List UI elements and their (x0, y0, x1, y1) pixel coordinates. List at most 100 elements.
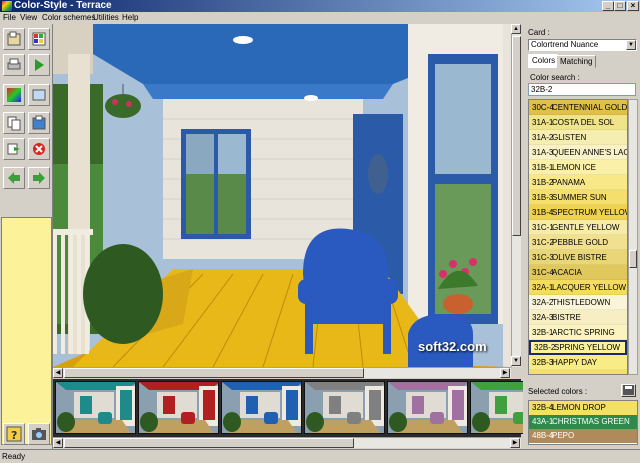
menu-file[interactable]: File (3, 12, 16, 24)
preview-vertical-scrollbar[interactable]: ▲ ▼ (511, 24, 521, 367)
scroll-left-icon[interactable]: ◀ (53, 368, 63, 378)
copy-icon[interactable] (3, 112, 25, 134)
scroll-up-icon[interactable]: ▲ (511, 24, 521, 34)
color-scheme-thumbnail[interactable] (55, 381, 136, 434)
color-name: THISTLEDOWN (552, 298, 611, 307)
camera-icon[interactable] (28, 423, 50, 445)
color-code: 31B-4 (532, 208, 554, 217)
color-list-item[interactable]: 31C-4ACACIA (529, 265, 627, 280)
color-scheme-thumbnail[interactable] (221, 381, 302, 434)
color-list-item[interactable]: 31C-2PEBBLE GOLD (529, 235, 627, 250)
help-icon[interactable]: ? (3, 423, 25, 445)
color-list-item[interactable]: 32B-1ARCTIC SPRING (529, 325, 627, 340)
open-icon[interactable] (3, 28, 25, 50)
menu-utilities[interactable]: Utilities (93, 12, 119, 24)
left-toolbar: ? (0, 24, 53, 449)
color-name: LEMON ICE (552, 163, 597, 172)
color-code: 48B-4 (532, 431, 554, 440)
menu-color-schemes[interactable]: Color schemes (42, 12, 95, 24)
tab-matching[interactable]: Matching (556, 55, 597, 68)
close-button[interactable]: × (627, 1, 639, 11)
paste-icon[interactable] (28, 112, 50, 134)
thumb-scroll-right-icon[interactable]: ▶ (510, 438, 520, 448)
color-scheme-thumbnail[interactable] (138, 381, 219, 434)
color-name: PANAMA (552, 178, 586, 187)
color-name: PEBBLE GOLD (552, 238, 609, 247)
preview-hscroll-thumb[interactable] (64, 368, 364, 378)
back-icon[interactable] (3, 167, 25, 189)
menu-help[interactable]: Help (122, 12, 138, 24)
color-list[interactable]: 30C-4CENTENNIAL GOLD 31A-1COSTA DEL SOL 31… (528, 99, 628, 375)
color-name: BISTRE (552, 313, 581, 322)
color-list-scrollbar[interactable] (628, 99, 638, 375)
selected-color-item[interactable]: 43A-1CHRISTMAS GREEN (529, 415, 637, 429)
scroll-down-icon[interactable]: ▼ (511, 356, 521, 366)
color-code: 32B-4 (532, 370, 553, 374)
thumb-scroll-left-icon[interactable]: ◀ (53, 438, 63, 448)
color-list-item[interactable]: 31A-2GLISTEN (529, 130, 627, 145)
color-list-item[interactable]: 31B-4SPECTRUM YELLOW (529, 205, 627, 220)
preview-vscroll-thumb[interactable] (512, 36, 521, 236)
color-list-item[interactable]: 31B-1LEMON ICE (529, 160, 627, 175)
selected-colors-list[interactable]: 32B-4LEMON DROP 43A-1CHRISTMAS GREEN 48B-4… (528, 400, 638, 445)
tab-colors[interactable]: Colors (528, 54, 560, 68)
color-list-item[interactable]: 32B-3HAPPY DAY (529, 355, 627, 370)
color-code: 30C-4 (532, 103, 554, 112)
color-search-input[interactable]: 32B-2 (528, 83, 636, 96)
terrace-preview-image[interactable] (53, 24, 511, 367)
color-list-item[interactable]: 31A-3QUEEN ANNE'S LACE (529, 145, 627, 160)
color-name: LACQUER YELLOW (552, 283, 627, 292)
color-name: SUMMER SUN (552, 193, 607, 202)
color-name: COSTA DEL SOL (552, 118, 615, 127)
color-panel: Card : Colortrend Nuance ▼ Colors Matchi… (523, 24, 640, 449)
color-name: PEPO (552, 431, 575, 440)
layers-icon[interactable] (28, 84, 50, 106)
color-name: LEMON DROP (552, 373, 606, 374)
color-code: 31C-1 (532, 223, 554, 232)
color-list-item[interactable]: 31B-2PANAMA (529, 175, 627, 190)
minimize-button[interactable]: _ (602, 1, 614, 11)
color-code: 32B-2 (534, 343, 556, 352)
forward-icon[interactable] (28, 167, 50, 189)
color-scheme-thumbnail[interactable] (387, 381, 468, 434)
status-text: Ready (2, 452, 26, 461)
thumbnail-scrollbar[interactable]: ◀ ▶ (53, 437, 521, 448)
color-list-item[interactable]: 32B-2SPRING YELLOW (529, 340, 627, 355)
export-icon[interactable] (3, 138, 25, 160)
watermark-text: soft32.com (418, 339, 487, 354)
color-code: 31A-1 (532, 118, 554, 127)
color-list-item[interactable]: 31C-3OLIVE BISTRE (529, 250, 627, 265)
preview-horizontal-scrollbar[interactable]: ◀ ▶ (53, 367, 511, 378)
color-list-item[interactable]: 30C-4CENTENNIAL GOLD (529, 100, 627, 115)
play-icon[interactable] (28, 54, 50, 76)
card-select[interactable]: Colortrend Nuance ▼ (528, 39, 637, 51)
current-color-swatch (1, 217, 52, 445)
color-name: CENTENNIAL GOLD (552, 103, 627, 112)
color-list-item[interactable]: 32A-1LACQUER YELLOW (529, 280, 627, 295)
color-list-item[interactable]: 31C-1GENTLE YELLOW (529, 220, 627, 235)
maximize-button[interactable]: □ (614, 1, 626, 11)
print-icon[interactable] (3, 54, 25, 76)
color-list-item[interactable]: 31B-3SUMMER SUN (529, 190, 627, 205)
chevron-down-icon[interactable]: ▼ (626, 40, 636, 50)
color-list-scroll-thumb[interactable] (629, 250, 637, 268)
delete-icon[interactable] (28, 138, 50, 160)
save-icon[interactable] (621, 384, 636, 397)
color-name: OLIVE BISTRE (552, 253, 607, 262)
scroll-right-icon[interactable]: ▶ (500, 368, 510, 378)
color-list-item[interactable]: 32A-2THISTLEDOWN (529, 295, 627, 310)
gradient-icon[interactable] (3, 84, 25, 106)
color-list-item[interactable]: 31A-1COSTA DEL SOL (529, 115, 627, 130)
selected-color-item[interactable]: 48B-4PEPO (529, 429, 637, 443)
thumb-scroll-thumb[interactable] (64, 438, 354, 448)
color-code: 31A-3 (532, 148, 554, 157)
selected-color-item[interactable]: 32B-4LEMON DROP (529, 401, 637, 415)
color-list-item[interactable]: 32A-3BISTRE (529, 310, 627, 325)
color-code: 31C-3 (532, 253, 554, 262)
palette-icon[interactable] (28, 28, 50, 50)
color-code: 31A-2 (532, 133, 554, 142)
color-list-item[interactable]: 32B-4LEMON DROP (529, 370, 627, 374)
menu-view[interactable]: View (20, 12, 37, 24)
color-scheme-thumbnail[interactable] (304, 381, 385, 434)
color-code: 43A-1 (532, 417, 554, 426)
